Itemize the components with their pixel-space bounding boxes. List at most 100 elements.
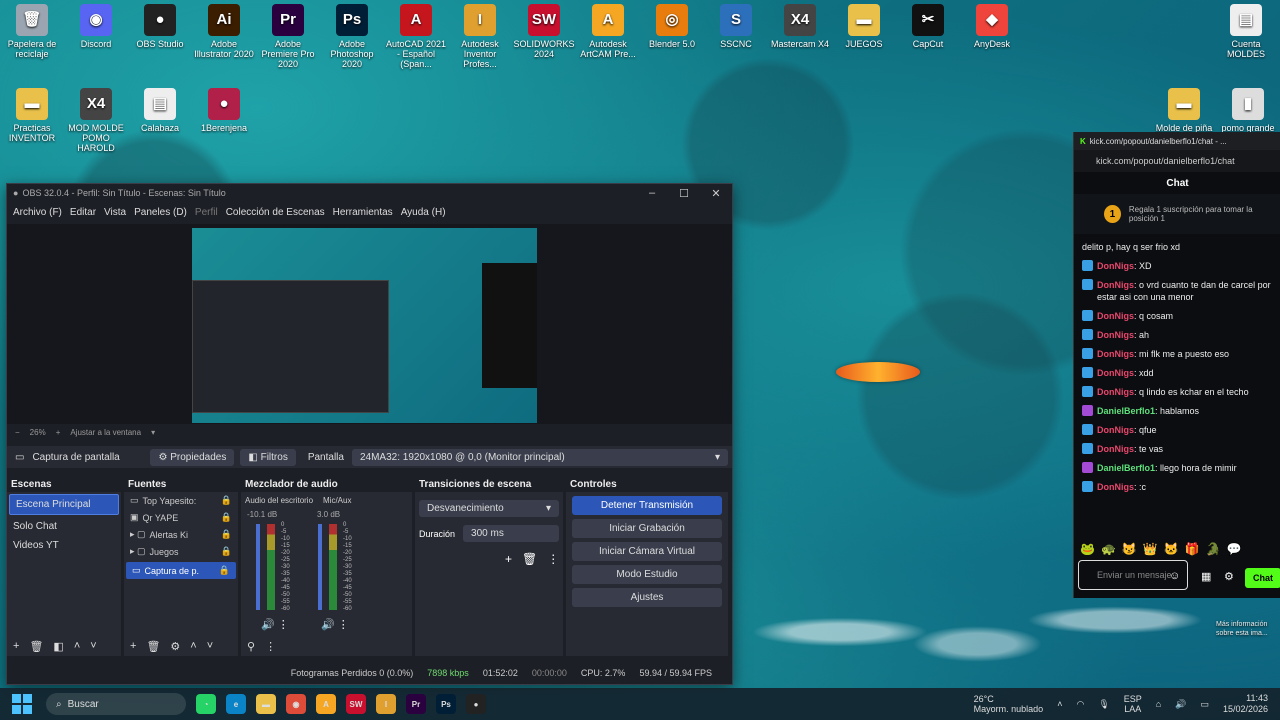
scene-item[interactable]: Videos YT: [7, 536, 121, 555]
add-icon[interactable]: +: [130, 640, 136, 652]
lock-icon[interactable]: 🔒: [221, 495, 232, 506]
filters-button[interactable]: ◧ Filtros: [240, 448, 296, 466]
menu-archivo[interactable]: Archivo (F): [13, 207, 62, 218]
emote-icon[interactable]: 🐊: [1206, 542, 1221, 556]
desktop-icon[interactable]: ● 1Berenjena: [192, 88, 256, 133]
desktop-icon[interactable]: 🗑 Papelera de reciclaje: [0, 4, 64, 59]
chat-username[interactable]: DanielBerflo1: [1097, 463, 1155, 473]
desktop-icon[interactable]: ● OBS Studio: [128, 4, 192, 49]
desktop-icon[interactable]: SW SOLIDWORKS 2024: [512, 4, 576, 59]
solidworks-icon[interactable]: SW: [346, 694, 366, 714]
chevron-up-icon[interactable]: ˄: [74, 640, 80, 652]
chat-username[interactable]: DanielBerflo1: [1097, 406, 1155, 416]
inventor-icon[interactable]: I: [376, 694, 396, 714]
chat-username[interactable]: DonNigs: [1097, 349, 1134, 359]
source-item[interactable]: ▣ Qr YAPE 🔒: [124, 509, 238, 526]
chevron-down-icon[interactable]: ▾: [151, 428, 155, 437]
wifi-icon[interactable]: ◠: [1076, 699, 1084, 710]
zoom-fit[interactable]: Ajustar a la ventana: [70, 428, 141, 437]
add-icon[interactable]: +: [13, 640, 19, 652]
language-indicator[interactable]: ESP LAA: [1124, 694, 1142, 714]
lock-icon[interactable]: 🔒: [221, 546, 232, 557]
emote-icon[interactable]: 🐢: [1101, 542, 1116, 556]
trash-icon[interactable]: 🗑: [522, 552, 537, 566]
desktop-icon[interactable]: Ps Adobe Photoshop 2020: [320, 4, 384, 69]
obs-title-bar[interactable]: ● OBS 32.0.4 - Perfil: Sin Título - Esce…: [7, 184, 732, 202]
scene-item[interactable]: Solo Chat: [7, 517, 121, 536]
chat-username[interactable]: DonNigs: [1097, 387, 1134, 397]
chat-username[interactable]: DonNigs: [1097, 261, 1134, 271]
lock-icon[interactable]: 🔒: [219, 565, 230, 576]
volume-slider[interactable]: [318, 524, 322, 610]
emote-icon[interactable]: 👑: [1143, 542, 1158, 556]
zoom-out-icon[interactable]: −: [15, 428, 20, 437]
desktop-icon[interactable]: S SSCNC: [704, 4, 768, 49]
whatsapp-icon[interactable]: ◔: [196, 694, 216, 714]
screen-select[interactable]: 24MA32: 1920x1080 @ 0,0 (Monitor princip…: [351, 448, 728, 466]
chat-username[interactable]: DonNigs: [1097, 330, 1134, 340]
battery-icon[interactable]: ▭: [1200, 699, 1209, 710]
zoom-in-icon[interactable]: +: [56, 428, 61, 437]
desktop-icon[interactable]: ▬ Practicas INVENTOR: [0, 88, 64, 143]
emote-icon[interactable]: 🐱: [1164, 542, 1179, 556]
taskbar-search[interactable]: ⌕ Buscar: [46, 693, 186, 715]
desktop-icon[interactable]: ▤ Calabaza: [128, 88, 192, 133]
chat-username[interactable]: DonNigs: [1097, 425, 1134, 435]
menu-paneles[interactable]: Paneles (D): [134, 207, 187, 218]
kick-url-bar[interactable]: kick.com/popout/danielberflo1/chat: [1074, 150, 1280, 172]
filter-icon[interactable]: ◧: [53, 640, 63, 653]
obs-icon[interactable]: ●: [466, 694, 486, 714]
menu-coleccion[interactable]: Colección de Escenas: [226, 207, 325, 218]
gift-icon[interactable]: ▦: [1201, 570, 1211, 583]
source-item[interactable]: ▸ ▢ Juegos 🔒: [124, 543, 238, 560]
trash-icon[interactable]: 🗑: [29, 640, 43, 653]
premiere-icon[interactable]: Pr: [406, 694, 426, 714]
desktop-icon[interactable]: X4 MOD MOLDE POMO HAROLD: [64, 88, 128, 153]
artcam-icon[interactable]: A: [316, 694, 336, 714]
obs-window[interactable]: ● OBS 32.0.4 - Perfil: Sin Título - Esce…: [6, 183, 733, 685]
chat-username[interactable]: DonNigs: [1097, 368, 1134, 378]
explorer-icon[interactable]: ▬: [256, 694, 276, 714]
settings-button[interactable]: Ajustes: [572, 588, 722, 607]
photoshop-icon[interactable]: Ps: [436, 694, 456, 714]
volume-slider[interactable]: [256, 524, 260, 610]
chat-username[interactable]: DonNigs: [1097, 482, 1134, 492]
chat-username[interactable]: DonNigs: [1097, 311, 1134, 321]
desktop-icon[interactable]: ◆ AnyDesk: [960, 4, 1024, 49]
emote-icon[interactable]: 😼: [1122, 542, 1137, 556]
desktop-icon[interactable]: ✂ CapCut: [896, 4, 960, 49]
kick-chat-window[interactable]: K kick.com/popout/danielberflo1/chat - .…: [1073, 132, 1280, 598]
stop-stream-button[interactable]: Detener Transmisión: [572, 496, 722, 515]
chat-username[interactable]: DonNigs: [1097, 280, 1134, 290]
transition-select[interactable]: Desvanecimiento ▾: [419, 500, 559, 517]
kick-title-bar[interactable]: K kick.com/popout/danielberflo1/chat - .…: [1074, 132, 1280, 150]
desktop-icon[interactable]: X4 Mastercam X4: [768, 4, 832, 49]
maximize-button[interactable]: ☐: [668, 187, 700, 200]
desktop-icon[interactable]: Ai Adobe Illustrator 2020: [192, 4, 256, 59]
speaker-icon[interactable]: 🔊 ⋮: [261, 618, 289, 631]
speaker-icon[interactable]: 🔊 ⋮: [321, 618, 349, 631]
desktop-icon[interactable]: ◉ Discord: [64, 4, 128, 49]
gear-icon[interactable]: ⚙: [170, 640, 180, 653]
desktop-icon[interactable]: Pr Adobe Premiere Pro 2020: [256, 4, 320, 69]
source-item[interactable]: ▭ Top Yapesito: 🔒: [124, 492, 238, 509]
start-recording-button[interactable]: Iniciar Grabación: [572, 519, 722, 538]
chevron-down-icon[interactable]: ˅: [90, 640, 96, 652]
emote-icon[interactable]: 🐸: [1080, 542, 1095, 556]
minimize-button[interactable]: –: [636, 187, 668, 200]
trash-icon[interactable]: 🗑: [146, 640, 160, 653]
network-icon[interactable]: ⌂: [1156, 699, 1161, 709]
chevron-up-icon[interactable]: ˄: [190, 640, 196, 652]
duration-input[interactable]: 300 ms: [463, 525, 560, 542]
menu-herramientas[interactable]: Herramientas: [333, 207, 393, 218]
pinned-banner[interactable]: 1 Regala 1 suscripción para tomar la pos…: [1074, 194, 1280, 234]
add-icon[interactable]: +: [505, 552, 512, 566]
mic-icon[interactable]: 🎙: [1098, 699, 1109, 710]
close-button[interactable]: ✕: [700, 187, 732, 200]
desktop-icon[interactable]: ▬ JUEGOS: [832, 4, 896, 49]
more-icon[interactable]: ⋮: [547, 552, 559, 566]
menu-vista[interactable]: Vista: [104, 207, 126, 218]
emoji-icon[interactable]: ☺: [1169, 570, 1180, 582]
volume-icon[interactable]: 🔊: [1175, 699, 1186, 710]
start-virtual-camera-button[interactable]: Iniciar Cámara Virtual: [572, 542, 722, 561]
